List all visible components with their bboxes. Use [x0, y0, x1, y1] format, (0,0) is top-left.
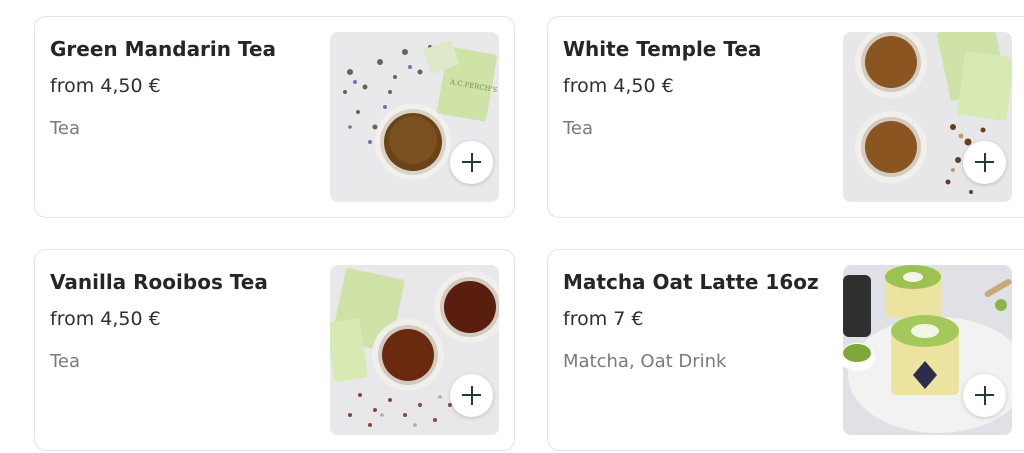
product-card-white-temple-tea[interactable]: White Temple Tea from 4,50 € Tea [547, 16, 1024, 218]
product-name: Matcha Oat Latte 16oz [563, 270, 819, 294]
product-category: Tea [563, 118, 594, 139]
product-price: from 4,50 € [50, 308, 161, 330]
product-category: Matcha, Oat Drink [563, 351, 727, 372]
plus-icon-vertical [470, 153, 473, 172]
add-to-cart-button[interactable] [963, 374, 1006, 417]
product-name: Green Mandarin Tea [50, 37, 277, 61]
plus-icon-vertical [983, 153, 986, 172]
add-to-cart-button[interactable] [963, 141, 1006, 184]
product-category: Tea [50, 118, 81, 139]
add-to-cart-button[interactable] [450, 141, 493, 184]
plus-icon-vertical [983, 386, 986, 405]
product-card-vanilla-rooibos-tea[interactable]: Vanilla Rooibos Tea from 4,50 € Tea [34, 249, 515, 451]
plus-icon-vertical [470, 386, 473, 405]
product-card-green-mandarin-tea[interactable]: Green Mandarin Tea from 4,50 € Tea A.C.P… [34, 16, 515, 218]
product-price: from 7 € [563, 308, 644, 330]
product-category: Tea [50, 351, 81, 372]
product-name: White Temple Tea [563, 37, 762, 61]
product-card-matcha-oat-latte[interactable]: Matcha Oat Latte 16oz from 7 € Matcha, O… [547, 249, 1024, 451]
product-price: from 4,50 € [563, 75, 674, 97]
product-price: from 4,50 € [50, 75, 161, 97]
add-to-cart-button[interactable] [450, 374, 493, 417]
product-name: Vanilla Rooibos Tea [50, 270, 268, 294]
